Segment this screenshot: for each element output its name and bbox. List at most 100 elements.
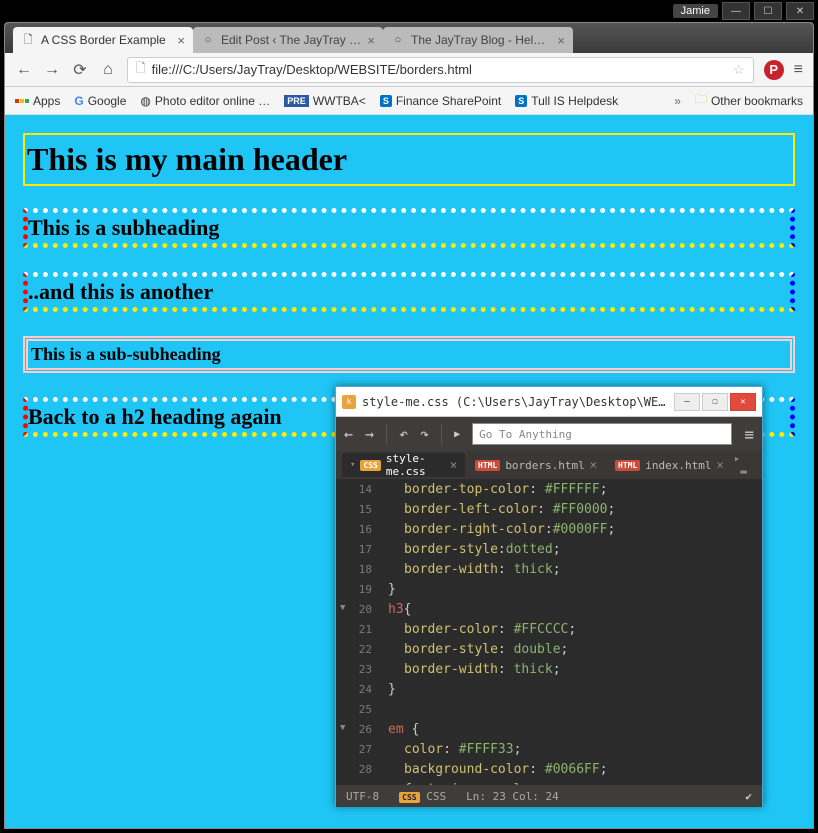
code-line[interactable]: 26▼em {	[336, 719, 762, 739]
page-icon: 🗋	[21, 33, 35, 47]
code-line[interactable]: 16border-right-color:#0000FF;	[336, 519, 762, 539]
html-badge-icon: HTML	[475, 460, 500, 471]
tab-title: A CSS Border Example	[41, 33, 171, 47]
close-icon[interactable]: ×	[367, 33, 375, 48]
bookmark-google[interactable]: GGoogle	[74, 94, 126, 108]
browser-toolbar: ← → ⟳ ⌂ 🗋 file:///C:/Users/JayTray/Deskt…	[5, 53, 813, 87]
editor-toolbar: ← → ↶ ↷ ▶ Go To Anything ≡	[336, 417, 762, 451]
code-line[interactable]: 25	[336, 699, 762, 719]
code-line[interactable]: 28background-color: #0066FF;	[336, 759, 762, 779]
editor-statusbar: UTF-8 CSS CSS Ln: 23 Col: 24 ✔	[336, 785, 762, 807]
apps-icon	[15, 99, 29, 103]
code-line[interactable]: 21border-color: #FFCCCC;	[336, 619, 762, 639]
check-icon: ✔	[745, 790, 752, 803]
reload-button[interactable]: ⟳	[71, 60, 89, 80]
code-line[interactable]: 20▼h3{	[336, 599, 762, 619]
os-minimize-button[interactable]: —	[722, 2, 750, 20]
undo-button[interactable]: ↶	[399, 425, 408, 443]
editor-window: k style-me.css (C:\Users\JayTray\Desktop…	[335, 386, 763, 806]
editor-tabstrip: ▾ CSS style-me.css × HTML borders.html ×…	[336, 451, 762, 479]
home-button[interactable]: ⌂	[99, 61, 117, 79]
code-line[interactable]: 17border-style:dotted;	[336, 539, 762, 559]
bookmark-photo-editor[interactable]: ◍Photo editor online …	[140, 94, 270, 108]
separator	[441, 424, 442, 444]
code-line[interactable]: 14border-top-color: #FFFFFF;	[336, 479, 762, 499]
pinterest-extension-icon[interactable]: P	[764, 60, 784, 80]
editor-close-button[interactable]: ✕	[730, 393, 756, 411]
code-line[interactable]: 24}	[336, 679, 762, 699]
code-line[interactable]: 15border-left-color: #FF0000;	[336, 499, 762, 519]
address-bar[interactable]: 🗋 file:///C:/Users/JayTray/Desktop/WEBSI…	[127, 57, 754, 83]
tab-title: The JayTray Blog - Helpin…	[411, 33, 551, 47]
editor-tab-label: index.html	[645, 459, 711, 472]
bookmarks-overflow[interactable]: »	[674, 94, 681, 108]
chevron-down-icon: ▾	[350, 460, 355, 470]
page-h3: This is a sub-subheading	[23, 336, 795, 373]
editor-minimize-button[interactable]: —	[674, 393, 700, 411]
close-icon[interactable]: ×	[590, 458, 597, 472]
browser-tab[interactable]: ○ The JayTray Blog - Helpin… ×	[383, 27, 573, 53]
globe-icon: ◍	[140, 94, 150, 108]
sharepoint-icon: S	[515, 95, 527, 107]
code-line[interactable]: 23border-width: thick;	[336, 659, 762, 679]
back-button[interactable]: ←	[15, 61, 33, 79]
separator	[386, 424, 387, 444]
encoding-label[interactable]: UTF-8	[346, 790, 379, 803]
os-maximize-button[interactable]: ☐	[754, 2, 782, 20]
bookmark-tull[interactable]: STull IS Helpdesk	[515, 94, 618, 108]
editor-maximize-button[interactable]: ☐	[702, 393, 728, 411]
page-icon: ○	[201, 33, 215, 47]
code-line[interactable]: 19}	[336, 579, 762, 599]
play-icon[interactable]: ▶	[454, 429, 460, 440]
browser-tab[interactable]: ○ Edit Post ‹ The JayTray Blo… ×	[193, 27, 383, 53]
css-badge-icon: CSS	[399, 792, 419, 803]
apps-label: Apps	[33, 94, 60, 108]
editor-menu-button[interactable]: ≡	[744, 425, 754, 444]
url-text: file:///C:/Users/JayTray/Desktop/WEBSITE…	[152, 62, 727, 77]
os-titlebar: Jamie — ☐ ✕	[669, 0, 818, 22]
code-line[interactable]: 27color: #FFFF33;	[336, 739, 762, 759]
editor-tab-label: style-me.css	[386, 452, 445, 478]
bookmark-wwtba[interactable]: PREWWTBA<	[284, 94, 366, 108]
editor-app-icon: k	[342, 395, 356, 409]
html-badge-icon: HTML	[615, 460, 640, 471]
editor-title-text: style-me.css (C:\Users\JayTray\Desktop\W…	[362, 395, 668, 409]
page-h2: ..and this is another	[23, 272, 795, 312]
redo-button[interactable]: ↷	[420, 425, 429, 443]
goto-input[interactable]: Go To Anything	[472, 423, 732, 445]
pre-icon: PRE	[284, 95, 309, 107]
language-indicator[interactable]: CSS CSS	[399, 790, 446, 803]
os-user-badge: Jamie	[673, 4, 718, 18]
code-line[interactable]: 18border-width: thick;	[336, 559, 762, 579]
close-icon[interactable]: ×	[177, 33, 185, 48]
os-close-button[interactable]: ✕	[786, 2, 814, 20]
css-badge-icon: CSS	[360, 460, 380, 471]
code-editor[interactable]: 14border-top-color: #FFFFFF;15border-lef…	[336, 479, 762, 785]
folder-icon: 🗀	[695, 90, 707, 111]
close-icon[interactable]: ×	[450, 458, 457, 472]
browser-menu-button[interactable]: ≡	[794, 61, 803, 79]
close-icon[interactable]: ×	[717, 458, 724, 472]
nav-forward-button[interactable]: →	[365, 425, 374, 443]
tab-title: Edit Post ‹ The JayTray Blo…	[221, 33, 361, 47]
sharepoint-icon: S	[380, 95, 392, 107]
tab-overflow[interactable]: ▸ ▬	[734, 452, 756, 478]
bookmark-finance[interactable]: SFinance SharePoint	[380, 94, 501, 108]
page-icon: ○	[391, 33, 405, 47]
close-icon[interactable]: ×	[557, 33, 565, 48]
editor-tab-label: borders.html	[505, 459, 584, 472]
editor-tab[interactable]: HTML index.html ×	[607, 453, 732, 477]
code-line[interactable]: 22border-style: double;	[336, 639, 762, 659]
bookmark-star-icon[interactable]: ☆	[733, 62, 745, 78]
cursor-position[interactable]: Ln: 23 Col: 24	[466, 790, 559, 803]
editor-titlebar[interactable]: k style-me.css (C:\Users\JayTray\Desktop…	[336, 387, 762, 417]
nav-back-button[interactable]: ←	[344, 425, 353, 443]
editor-tab-active[interactable]: ▾ CSS style-me.css ×	[342, 453, 465, 477]
editor-tab[interactable]: HTML borders.html ×	[467, 453, 605, 477]
apps-button[interactable]: Apps	[15, 94, 60, 108]
browser-tabstrip: 🗋 A CSS Border Example × ○ Edit Post ‹ T…	[5, 23, 813, 53]
browser-tab-active[interactable]: 🗋 A CSS Border Example ×	[13, 27, 193, 53]
other-bookmarks[interactable]: 🗀Other bookmarks	[695, 90, 803, 111]
forward-button[interactable]: →	[43, 61, 61, 79]
page-h1: This is my main header	[23, 133, 795, 186]
